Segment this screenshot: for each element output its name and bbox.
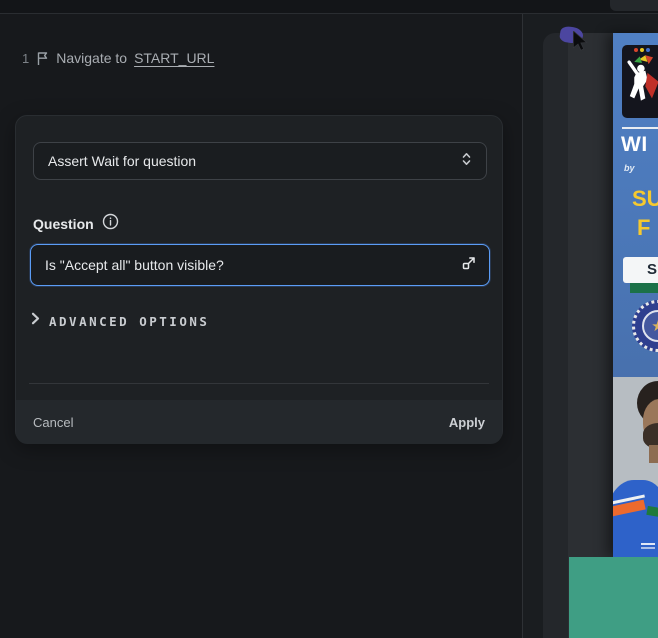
select-chevrons-icon xyxy=(461,151,472,172)
expand-icon[interactable] xyxy=(461,255,477,276)
batsman-logo-icon xyxy=(622,45,658,118)
question-label-row: Question xyxy=(33,213,119,235)
emblem-inner-disc: ★ xyxy=(642,310,658,342)
chevron-right-icon xyxy=(31,312,40,330)
card-footer: Cancel Apply xyxy=(16,400,502,444)
step-action-label: Navigate to xyxy=(56,50,127,66)
action-type-value: Assert Wait for question xyxy=(48,153,196,169)
step-editor-card: Assert Wait for question Question xyxy=(15,115,503,443)
advanced-options-label: ADVANCED OPTIONS xyxy=(49,314,209,329)
question-input-value: Is "Accept all" button visible? xyxy=(45,257,224,273)
cricketer-photo xyxy=(613,377,658,557)
bcci-emblem-icon: ★ xyxy=(632,300,658,352)
steps-panel: 1 Navigate to START_URL Assert Wait for … xyxy=(0,14,522,638)
card-divider xyxy=(29,383,489,384)
player-jersey xyxy=(613,480,658,557)
jersey-micro-text xyxy=(641,543,655,545)
app-window: 1 Navigate to START_URL Assert Wait for … xyxy=(0,0,658,638)
ad-cta-shadow xyxy=(630,283,658,293)
step-item-navigate[interactable]: 1 Navigate to START_URL xyxy=(22,50,214,66)
ad-cta-label-fragment: S xyxy=(647,261,657,278)
ad-overlay-clipped: WI by SU F S ★ xyxy=(613,33,658,557)
question-input[interactable]: Is "Accept all" button visible? xyxy=(30,244,490,286)
logo-dot xyxy=(640,48,644,52)
logo-dot xyxy=(634,48,638,52)
header-tab-fragment xyxy=(610,0,658,11)
cancel-button[interactable]: Cancel xyxy=(33,415,73,430)
cursor-icon xyxy=(570,31,590,57)
top-header-strip xyxy=(0,0,658,14)
apply-button[interactable]: Apply xyxy=(449,415,485,430)
ad-promo-text-line1: SU xyxy=(632,186,658,212)
step-number: 1 xyxy=(22,51,29,66)
advanced-options-toggle[interactable]: ADVANCED OPTIONS xyxy=(31,312,209,330)
step-target-link[interactable]: START_URL xyxy=(134,50,214,66)
ad-cta-button: S xyxy=(623,257,658,283)
flag-icon xyxy=(36,51,49,66)
ad-promo-text-line2: F xyxy=(637,215,650,241)
ad-headline-text: WI xyxy=(621,133,648,157)
ad-divider-line xyxy=(622,127,658,129)
ad-byline-text: by xyxy=(624,163,635,173)
info-icon[interactable] xyxy=(102,213,119,235)
logo-dot xyxy=(646,48,650,52)
question-label: Question xyxy=(33,216,94,232)
star-icon: ★ xyxy=(651,319,658,334)
player-neck xyxy=(649,445,658,463)
cookie-banner-clipped[interactable] xyxy=(569,557,658,638)
action-type-select[interactable]: Assert Wait for question xyxy=(33,142,487,180)
